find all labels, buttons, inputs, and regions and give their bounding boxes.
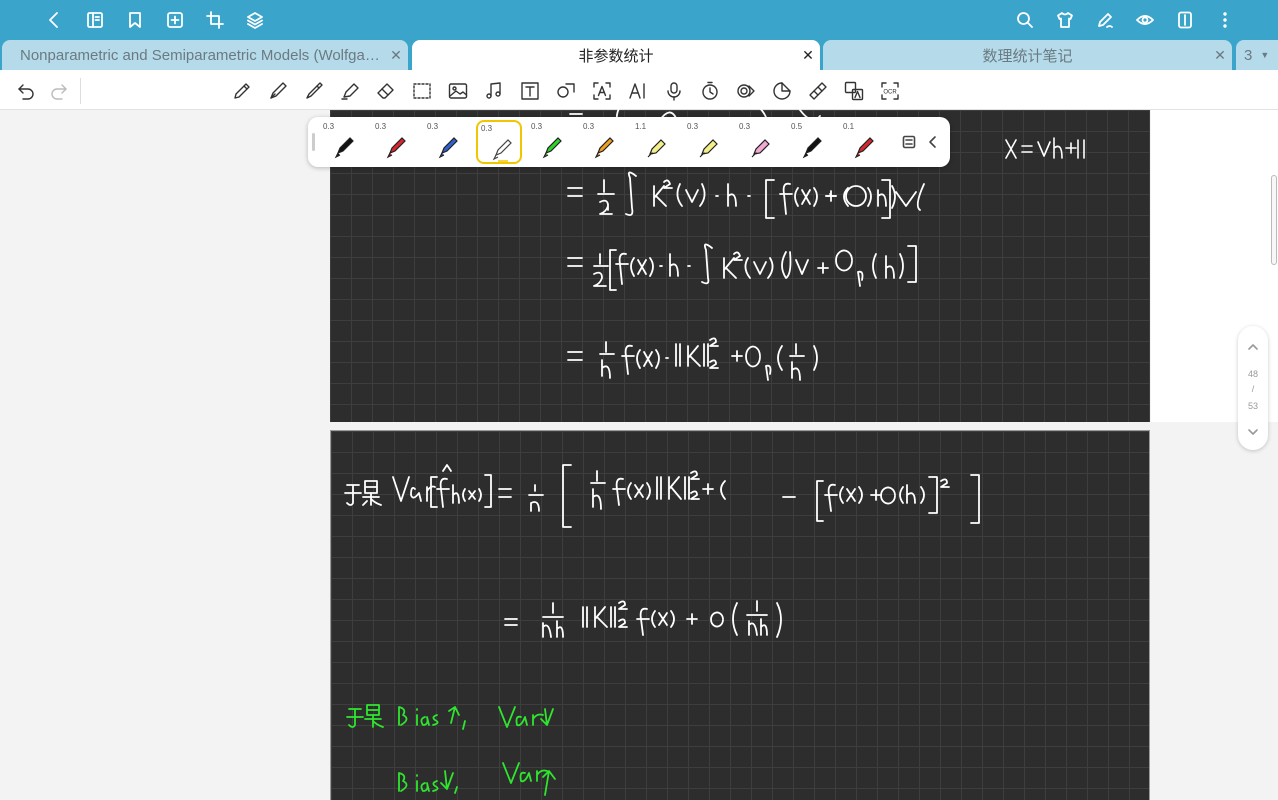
pen-preset-4[interactable]: 0.3 bbox=[476, 120, 522, 164]
timer-icon[interactable] bbox=[698, 79, 722, 103]
svg-text:OCR: OCR bbox=[883, 90, 897, 96]
pencil-tool-icon[interactable] bbox=[230, 79, 254, 103]
tab-nonparametric-statistics[interactable]: 非参数统计 ✕ bbox=[412, 40, 820, 70]
pen-icon bbox=[386, 137, 406, 159]
notebook-outline-icon[interactable] bbox=[83, 8, 107, 32]
pen-size-label: 0.5 bbox=[791, 122, 803, 131]
palette-collapse-icon[interactable] bbox=[921, 130, 945, 154]
note-page-lower[interactable] bbox=[330, 430, 1150, 800]
pen-mode-icon[interactable] bbox=[1093, 8, 1117, 32]
redo-icon[interactable] bbox=[47, 79, 71, 103]
pen-size-label: 0.3 bbox=[687, 122, 699, 131]
fountain-pen-tool-icon[interactable] bbox=[266, 79, 290, 103]
add-page-icon[interactable] bbox=[163, 8, 187, 32]
pen-size-label: 0.3 bbox=[375, 122, 387, 131]
undo-icon[interactable] bbox=[14, 79, 38, 103]
search-icon[interactable] bbox=[1013, 8, 1037, 32]
pen-icon bbox=[438, 137, 458, 159]
previous-page-icon[interactable] bbox=[1243, 338, 1263, 356]
page-navigator: 48 / 53 bbox=[1238, 326, 1268, 450]
page-layout-icon[interactable] bbox=[1173, 8, 1197, 32]
translate-icon[interactable] bbox=[842, 79, 866, 103]
pen-preset-10[interactable]: 0.5 bbox=[788, 120, 834, 164]
page-separator: / bbox=[1251, 384, 1255, 394]
bookmark-icon[interactable] bbox=[123, 8, 147, 32]
tab-close-icon[interactable]: ✕ bbox=[796, 47, 820, 64]
pen-preset-6[interactable]: 0.3 bbox=[580, 120, 626, 164]
highlighter-tool-icon[interactable] bbox=[338, 79, 362, 103]
pen-preset-2[interactable]: 0.3 bbox=[372, 120, 418, 164]
pen-icon bbox=[542, 137, 562, 159]
highlighter-icon bbox=[751, 139, 770, 158]
pen-size-label: 0.1 bbox=[843, 122, 855, 131]
crop-icon[interactable] bbox=[203, 8, 227, 32]
pen-icon bbox=[854, 137, 874, 159]
pen-preset-11[interactable]: 0.1 bbox=[840, 120, 886, 164]
pen-preset-7[interactable]: 1.1 bbox=[632, 120, 678, 164]
tab-close-icon[interactable]: ✕ bbox=[384, 47, 408, 64]
tab-label: Nonparametric and Semiparametric Models … bbox=[20, 46, 384, 64]
text-recognition-icon[interactable] bbox=[590, 79, 614, 103]
pen-preset-1[interactable]: 0.3 bbox=[320, 120, 366, 164]
ballpoint-pen-tool-icon[interactable] bbox=[302, 79, 326, 103]
shape-tool-icon[interactable] bbox=[554, 79, 578, 103]
total-page-count: 53 bbox=[1247, 401, 1258, 411]
drawing-toolbar: OCR bbox=[0, 70, 1278, 110]
document-tab-bar: Nonparametric and Semiparametric Models … bbox=[0, 40, 1278, 70]
eraser-tool-icon[interactable] bbox=[374, 79, 398, 103]
pen-icon bbox=[594, 137, 614, 159]
insert-audio-icon[interactable] bbox=[482, 79, 506, 103]
scrollbar-thumb[interactable] bbox=[1271, 175, 1277, 265]
pen-size-label: 0.3 bbox=[481, 124, 493, 133]
palette-drag-handle[interactable] bbox=[312, 133, 315, 151]
handwritten-variance-derivation bbox=[344, 464, 980, 796]
highlighter-icon bbox=[699, 139, 718, 158]
pen-size-label: 1.1 bbox=[635, 122, 647, 131]
pen-size-label: 0.3 bbox=[739, 122, 751, 131]
pen-icon bbox=[334, 137, 354, 159]
tab-math-statistics-notes[interactable]: 数理统计笔记 ✕ bbox=[823, 40, 1232, 70]
highlighter-icon bbox=[647, 139, 666, 158]
pen-palette: 0.3 0.3 0.3 0.3 0.3 0.3 1.1 0.3 0.3 0.5 0.1 bbox=[308, 117, 950, 167]
pen-preset-5[interactable]: 0.3 bbox=[528, 120, 574, 164]
palette-settings-icon[interactable] bbox=[897, 130, 921, 154]
tab-count: 3 bbox=[1244, 46, 1253, 64]
read-mode-eye-icon[interactable] bbox=[1133, 8, 1157, 32]
tab-label: 数理统计笔记 bbox=[982, 47, 1073, 65]
insert-image-icon[interactable] bbox=[446, 79, 470, 103]
pen-size-label: 0.3 bbox=[427, 122, 439, 131]
tab-label: 非参数统计 bbox=[578, 47, 654, 65]
back-icon[interactable] bbox=[42, 8, 66, 32]
caret-down-icon: ▼ bbox=[1260, 50, 1270, 60]
pen-size-label: 0.3 bbox=[531, 122, 543, 131]
pen-preset-3[interactable]: 0.3 bbox=[424, 120, 470, 164]
top-app-bar bbox=[0, 0, 1278, 40]
next-page-icon[interactable] bbox=[1243, 423, 1263, 441]
pen-icon bbox=[492, 139, 512, 162]
theme-shirt-icon[interactable] bbox=[1053, 8, 1077, 32]
tape-tool-icon[interactable] bbox=[806, 79, 830, 103]
pen-preset-8[interactable]: 0.3 bbox=[684, 120, 730, 164]
pen-size-label: 0.3 bbox=[323, 122, 335, 131]
text-box-icon[interactable] bbox=[518, 79, 542, 103]
ocr-icon[interactable]: OCR bbox=[878, 79, 902, 103]
toolbar-divider bbox=[80, 78, 81, 104]
layers-icon[interactable] bbox=[243, 8, 267, 32]
pen-preset-9[interactable]: 0.3 bbox=[736, 120, 782, 164]
tab-nonparametric-models[interactable]: Nonparametric and Semiparametric Models … bbox=[2, 40, 408, 70]
microphone-icon[interactable] bbox=[662, 79, 686, 103]
tab-overflow-button[interactable]: 3 ▼ bbox=[1236, 40, 1278, 70]
tab-close-icon[interactable]: ✕ bbox=[1208, 47, 1232, 64]
pen-size-label: 0.3 bbox=[583, 122, 595, 131]
laser-pointer-icon[interactable] bbox=[734, 79, 758, 103]
substitution-note bbox=[1005, 137, 1085, 159]
current-page-number: 48 bbox=[1247, 369, 1258, 379]
sticker-icon[interactable] bbox=[770, 79, 794, 103]
ai-assistant-icon[interactable] bbox=[626, 79, 650, 103]
more-vertical-icon[interactable] bbox=[1213, 8, 1237, 32]
lasso-select-icon[interactable] bbox=[410, 79, 434, 103]
pen-icon bbox=[802, 137, 822, 159]
